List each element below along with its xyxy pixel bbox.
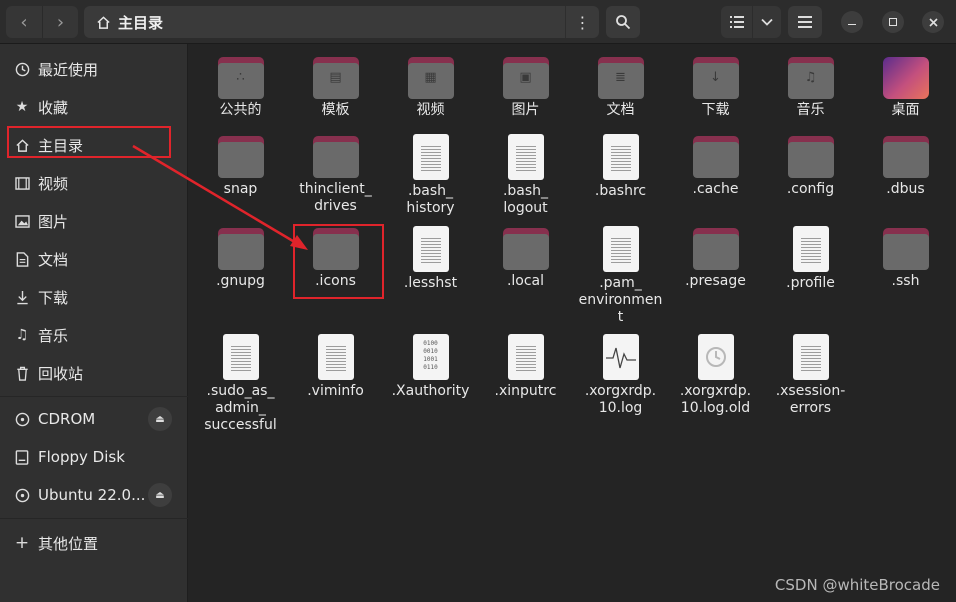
annotation-arrow [132, 144, 308, 250]
watermark: CSDN @whiteBrocade [774, 576, 940, 594]
